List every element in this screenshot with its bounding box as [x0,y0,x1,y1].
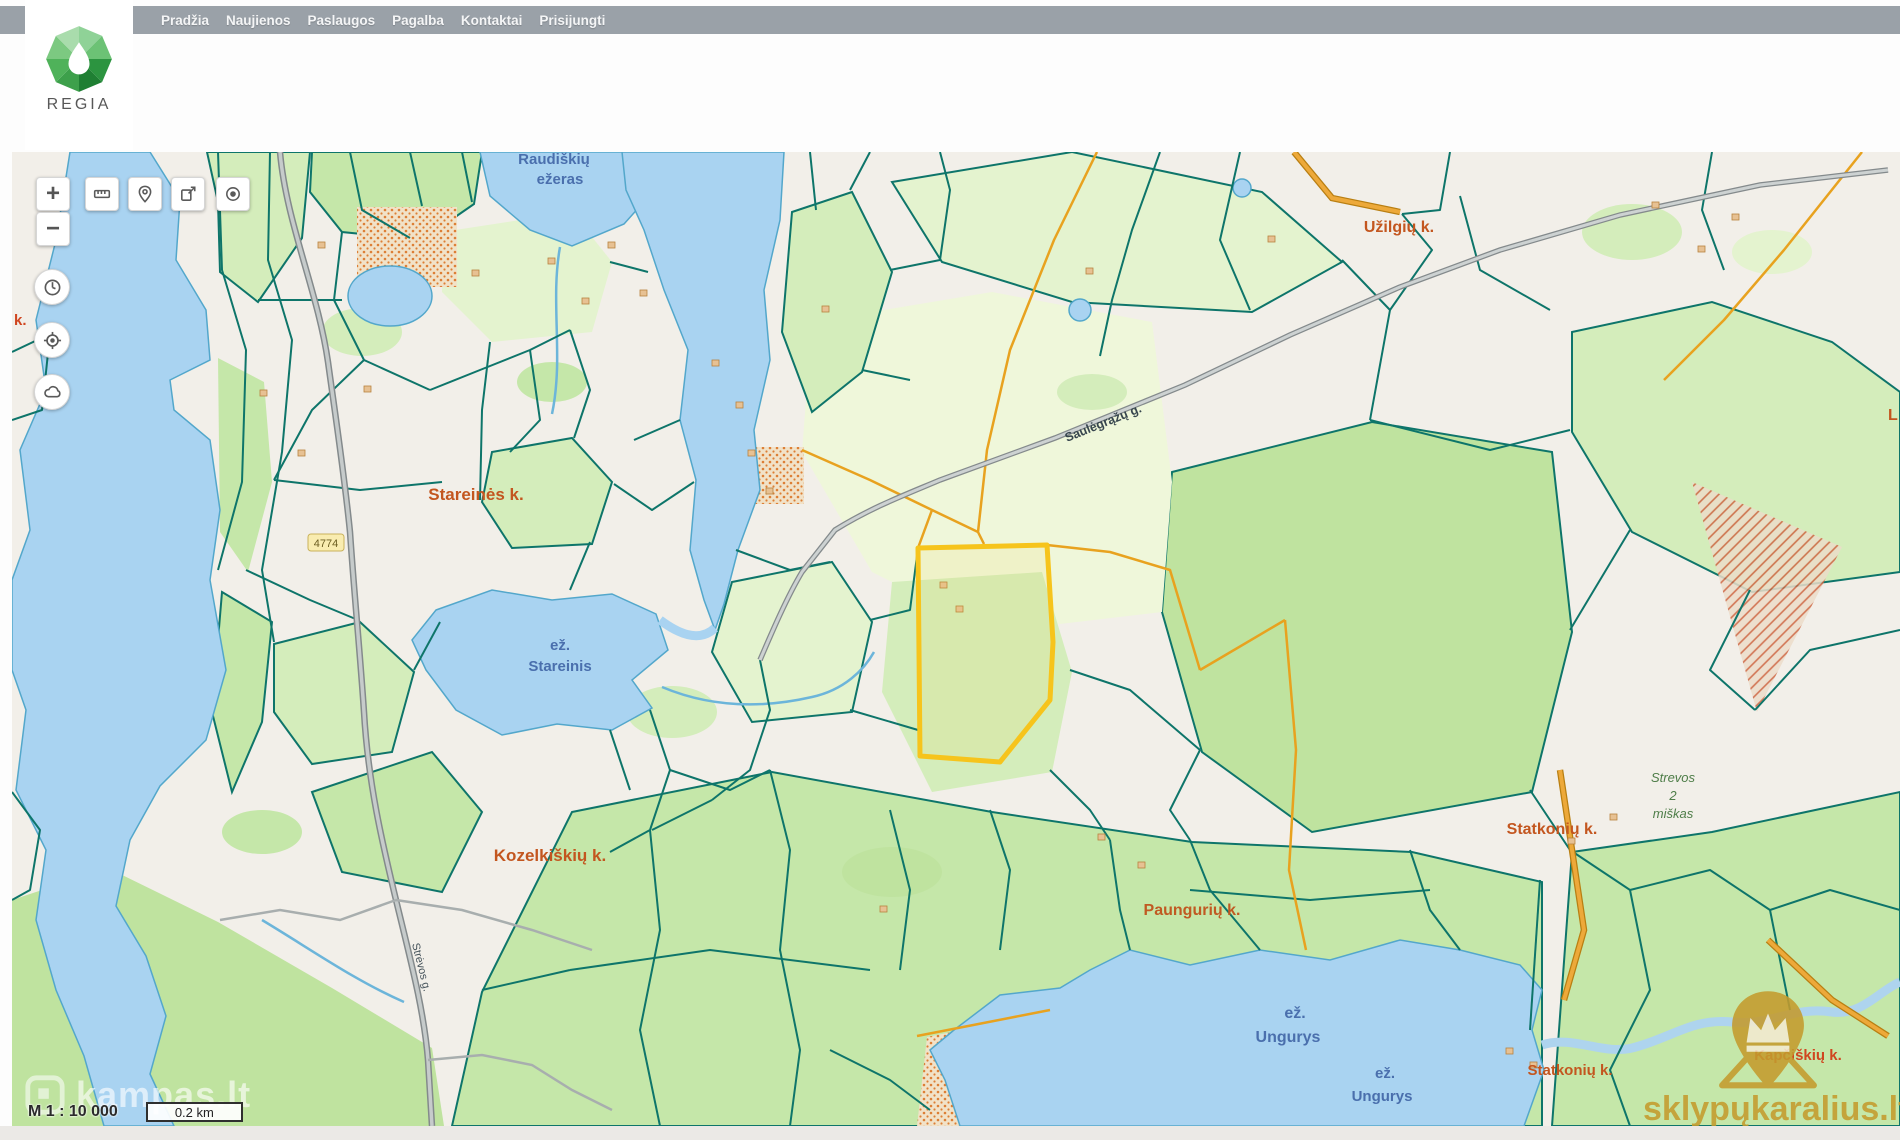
map-pin-icon [136,185,154,203]
label-ez-stareinis-1: ež. [550,637,570,654]
add-marker-button[interactable] [128,177,162,211]
menu-item-kontaktai[interactable]: Kontaktai [461,13,523,28]
label-stareines: Stareinės k. [428,485,523,504]
menu-item-paslaugos[interactable]: Paslaugos [308,13,376,28]
comment-button[interactable] [34,374,70,410]
label-strevos-1: Strevos [1651,770,1696,785]
main-menu: Pradžia Naujienos Paslaugos Pagalba Kont… [161,6,605,34]
bottom-strip [0,1126,1900,1140]
clock-icon [43,278,62,297]
label-statkoniu-1: Statkonių k. [1507,821,1598,838]
menu-item-naujienos[interactable]: Naujienos [226,13,291,28]
measure-button[interactable] [85,177,119,211]
road-number-shield: 4774 [308,534,344,551]
pond-small [348,266,432,326]
crosshair-icon [43,331,62,350]
zoom-in-button[interactable]: + [36,177,70,211]
label-kapciskiu: Kapčiškių k. [1754,1047,1842,1064]
label-l-right: L [1888,407,1898,424]
plus-icon: + [46,180,60,208]
label-ez-stareinis-2: Stareinis [528,658,591,675]
zoom-out-button[interactable]: − [36,212,70,246]
history-button[interactable] [34,269,70,305]
road-number-label: 4774 [314,538,338,550]
label-raudiskiu-ezeras-2: ežeras [537,171,584,188]
label-uzilgiu: Užilgių k. [1364,219,1434,236]
label-paunguriu: Paungurių k. [1144,902,1241,919]
menu-item-pradzia[interactable]: Pradžia [161,13,209,28]
crosshair-button[interactable] [34,322,70,358]
target-dot-icon [224,185,242,203]
label-ungurys-1b: Ungurys [1256,1029,1321,1046]
brand-logo[interactable]: REGIA [25,0,133,150]
label-ungurys-2a: ež. [1375,1065,1395,1082]
regia-app: Pradžia Naujienos Paslaugos Pagalba Kont… [0,0,1900,1140]
share-button[interactable] [171,177,205,211]
menu-item-pagalba[interactable]: Pagalba [392,13,444,28]
brand-name: REGIA [25,96,133,114]
label-strevos-2: 2 [1668,788,1677,803]
label-ungurys-2b: Ungurys [1352,1088,1413,1105]
map-graphics: 4774 Raudiškių ežeras Užilgių k. k. L St… [12,152,1900,1126]
ruler-icon [93,185,111,203]
regia-gem-icon [44,24,114,94]
minus-icon: − [46,215,60,243]
map-canvas[interactable]: 4774 Raudiškių ežeras Užilgių k. k. L St… [12,152,1900,1126]
label-statkoniu-2: Statkonių k. [1527,1062,1612,1079]
label-k-left: k. [14,312,27,329]
share-icon [179,185,197,203]
locate-button[interactable] [216,177,250,211]
cloud-icon [43,383,62,402]
label-ungurys-1a: ež. [1284,1005,1305,1022]
menu-item-prisijungti[interactable]: Prisijungti [539,13,605,28]
label-raudiskiu-ezeras-1: Raudiškių [518,152,590,168]
label-strevos-3: miškas [1653,806,1694,821]
label-kozelkiskiu: Kozelkiškių k. [494,846,606,865]
